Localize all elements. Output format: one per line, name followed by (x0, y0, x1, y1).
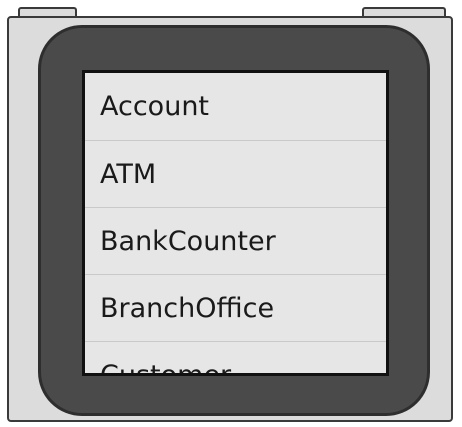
list-item-branchoffice[interactable]: BranchOffice (85, 275, 386, 342)
list-item-label: Account (100, 91, 210, 122)
list-item-customer[interactable]: Customer (85, 342, 386, 376)
list-item-bankcounter[interactable]: BankCounter (85, 208, 386, 275)
list-item-label: ATM (100, 158, 157, 190)
list-item-atm[interactable]: ATM (85, 141, 386, 208)
list-item-label: BankCounter (100, 225, 276, 257)
list-item-label: BranchOffice (100, 292, 275, 324)
menu-list: Account ATM BankCounter BranchOffice Cus… (85, 73, 386, 376)
list-item-account[interactable]: Account (85, 73, 386, 141)
screen: Account ATM BankCounter BranchOffice Cus… (82, 70, 389, 376)
list-item-label: Customer (100, 360, 232, 376)
